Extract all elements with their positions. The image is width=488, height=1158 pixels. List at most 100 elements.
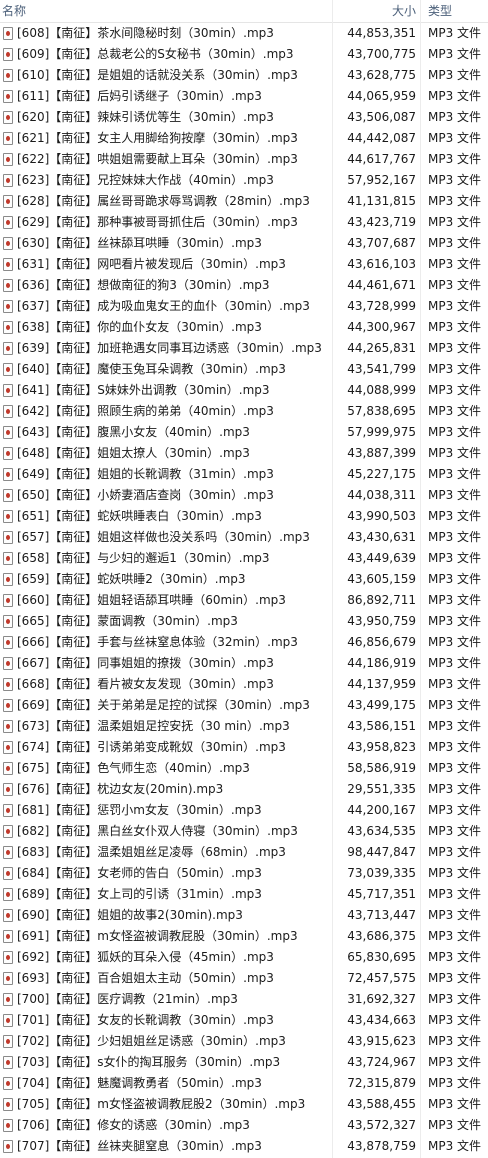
file-type: MP3 文件 (428, 278, 482, 292)
file-size: 57,999,975 (347, 425, 416, 439)
file-row[interactable]: [657]【南征】姐姐这样做也没关系吗（30min）.mp3 43,430,631… (0, 527, 488, 548)
file-row[interactable]: [643]【南征】腹黑小女友（40min）.mp3 57,999,975 MP3 文… (0, 422, 488, 443)
file-name: [608]【南征】茶水间隐秘时刻（30min）.mp3 (17, 26, 274, 40)
mp3-file-icon (3, 1014, 13, 1027)
file-size: 43,887,399 (347, 446, 416, 460)
file-row[interactable]: [659]【南征】蛇妖哄睡2（30min）.mp3 43,605,159 MP3 文… (0, 569, 488, 590)
file-size: 43,713,447 (347, 908, 416, 922)
file-row[interactable]: [689]【南征】女上司的引诱（31min）.mp3 45,717,351 MP3 … (0, 884, 488, 905)
file-row[interactable]: [700]【南征】医疗调教（21min）.mp3 31,692,327 MP3 文件 (0, 989, 488, 1010)
file-row[interactable]: [706]【南征】修女的诱惑（30min）.mp3 43,572,327 MP3 文… (0, 1115, 488, 1136)
file-size: 58,586,919 (347, 761, 416, 775)
file-size: 43,434,663 (347, 1013, 416, 1027)
column-header-name[interactable]: 名称 (2, 0, 26, 22)
mp3-file-icon (3, 888, 13, 901)
file-row[interactable]: [673]【南征】温柔姐姐足控安抚（30 min）.mp3 43,586,151 M… (0, 716, 488, 737)
file-row[interactable]: [638]【南征】你的血仆女友（30min）.mp3 44,300,967 MP3 … (0, 317, 488, 338)
file-row[interactable]: [676]【南征】枕边女友(20min).mp3 29,551,335 MP3 文件 (0, 779, 488, 800)
mp3-file-icon (3, 699, 13, 712)
file-type: MP3 文件 (428, 719, 482, 733)
file-row[interactable]: [668]【南征】看片被女友发现（30min）.mp3 44,137,959 MP3… (0, 674, 488, 695)
file-type: MP3 文件 (428, 866, 482, 880)
file-row[interactable]: [667]【南征】同事姐姐的撩拨（30min）.mp3 44,186,919 MP3… (0, 653, 488, 674)
file-row[interactable]: [701]【南征】女友的长靴调教（30min）.mp3 43,434,663 MP3… (0, 1010, 488, 1031)
file-row[interactable]: [691]【南征】m女怪盗被调教屁股（30min）.mp3 43,686,375 M… (0, 926, 488, 947)
file-row[interactable]: [639]【南征】加班艳遇女同事耳边诱惑（30min）.mp3 44,265,83… (0, 338, 488, 359)
file-type: MP3 文件 (428, 68, 482, 82)
file-row[interactable]: [666]【南征】手套与丝袜窒息体验（32min）.mp3 46,856,679 M… (0, 632, 488, 653)
file-row[interactable]: [630]【南征】丝袜舔耳哄睡（30min）.mp3 43,707,687 MP3 … (0, 233, 488, 254)
mp3-file-icon (3, 615, 13, 628)
file-row[interactable]: [611]【南征】后妈引诱继子（30min）.mp3 44,065,959 MP3 … (0, 86, 488, 107)
file-row[interactable]: [637]【南征】成为吸血鬼女王的血仆（30min）.mp3 43,728,999… (0, 296, 488, 317)
file-row[interactable]: [703]【南征】s女仆的掏耳服务（30min）.mp3 43,724,967 MP… (0, 1052, 488, 1073)
file-row[interactable]: [620]【南征】辣妹引诱优等生（30min）.mp3 43,506,087 MP3… (0, 107, 488, 128)
file-type: MP3 文件 (428, 530, 482, 544)
file-name: [704]【南征】魅魔调教勇者（50min）.mp3 (17, 1076, 262, 1090)
file-row[interactable]: [608]【南征】茶水间隐秘时刻（30min）.mp3 44,853,351 MP3… (0, 23, 488, 44)
file-row[interactable]: [636]【南征】想做南征的狗3（30min）.mp3 44,461,671 MP3… (0, 275, 488, 296)
file-row[interactable]: [640]【南征】魔使玉兔耳朵调教（30min）.mp3 43,541,799 MP… (0, 359, 488, 380)
file-size: 43,605,159 (347, 572, 416, 586)
file-row[interactable]: [622]【南征】哄姐姐需要献上耳朵（30min）.mp3 44,617,767 M… (0, 149, 488, 170)
mp3-file-icon (3, 972, 13, 985)
mp3-file-icon (3, 846, 13, 859)
mp3-file-icon (3, 825, 13, 838)
file-name: [669]【南征】关于弟弟是足控的试探（30min）.mp3 (17, 698, 310, 712)
file-row[interactable]: [649]【南征】姐姐的长靴调教（31min）.mp3 45,227,175 MP3… (0, 464, 488, 485)
file-name: [628]【南征】属丝哥哥跪求辱骂调教（28min）.mp3 (17, 194, 310, 208)
file-row[interactable]: [693]【南征】百合姐姐太主动（50min）.mp3 72,457,575 MP3… (0, 968, 488, 989)
file-row[interactable]: [642]【南征】照顾生病的弟弟（40min）.mp3 57,838,695 MP3… (0, 401, 488, 422)
file-size: 44,617,767 (347, 152, 416, 166)
mp3-file-icon (3, 216, 13, 229)
file-row[interactable]: [660]【南征】姐姐轻语舔耳哄睡（60min）.mp3 86,892,711 MP… (0, 590, 488, 611)
column-header-type[interactable]: 类型 (428, 0, 452, 22)
file-name: [638]【南征】你的血仆女友（30min）.mp3 (17, 320, 262, 334)
file-row[interactable]: [684]【南征】女老师的告白（50min）.mp3 73,039,335 MP3 … (0, 863, 488, 884)
file-name: [681]【南征】惩罚小m女友（30min）.mp3 (17, 803, 262, 817)
mp3-file-icon (3, 384, 13, 397)
file-type: MP3 文件 (428, 131, 482, 145)
file-type: MP3 文件 (428, 236, 482, 250)
file-row[interactable]: [675]【南征】色气师生恋（40min）.mp3 58,586,919 MP3 文… (0, 758, 488, 779)
file-row[interactable]: [674]【南征】引诱弟弟变成靴奴（30min）.mp3 43,958,823 MP… (0, 737, 488, 758)
file-name: [611]【南征】后妈引诱继子（30min）.mp3 (17, 89, 262, 103)
file-row[interactable]: [669]【南征】关于弟弟是足控的试探（30min）.mp3 43,499,175… (0, 695, 488, 716)
mp3-file-icon (3, 153, 13, 166)
file-row[interactable]: [628]【南征】属丝哥哥跪求辱骂调教（28min）.mp3 41,131,815… (0, 191, 488, 212)
column-header-size[interactable]: 大小 (334, 0, 416, 22)
file-row[interactable]: [621]【南征】女主人用脚给狗按摩（30min）.mp3 44,442,087 M… (0, 128, 488, 149)
file-name: [705]【南征】m女怪盗被调教屁股2（30min）.mp3 (17, 1097, 306, 1111)
file-row[interactable]: [650]【南征】小娇妻酒店查岗（30min）.mp3 44,038,311 MP3… (0, 485, 488, 506)
file-row[interactable]: [651]【南征】蛇妖哄睡表白（30min）.mp3 43,990,503 MP3 … (0, 506, 488, 527)
file-name: [667]【南征】同事姐姐的撩拨（30min）.mp3 (17, 656, 274, 670)
file-row[interactable]: [658]【南征】与少妇的邂逅1（30min）.mp3 43,449,639 MP3… (0, 548, 488, 569)
file-name: [707]【南征】丝袜夹腿窒息（30min）.mp3 (17, 1139, 262, 1153)
file-row[interactable]: [704]【南征】魅魔调教勇者（50min）.mp3 72,315,879 MP3 … (0, 1073, 488, 1094)
file-row[interactable]: [692]【南征】狐妖的耳朵入侵（45min）.mp3 65,830,695 MP3… (0, 947, 488, 968)
file-name: [650]【南征】小娇妻酒店查岗（30min）.mp3 (17, 488, 274, 502)
file-size: 43,499,175 (347, 698, 416, 712)
file-row[interactable]: [690]【南征】姐姐的故事2(30min).mp3 43,713,447 MP3 … (0, 905, 488, 926)
file-name: [690]【南征】姐姐的故事2(30min).mp3 (17, 908, 243, 922)
file-row[interactable]: [683]【南征】温柔姐姐丝足凌辱（68min）.mp3 98,447,847 MP… (0, 842, 488, 863)
file-size: 45,717,351 (347, 887, 416, 901)
file-row[interactable]: [665]【南征】蒙面调教（30min）.mp3 43,950,759 MP3 文件 (0, 611, 488, 632)
file-name: [676]【南征】枕边女友(20min).mp3 (17, 782, 224, 796)
file-row[interactable]: [702]【南征】少妇姐姐丝足诱惑（30min）.mp3 43,915,623 MP… (0, 1031, 488, 1052)
file-row[interactable]: [623]【南征】兄控妹妹大作战（40min）.mp3 57,952,167 MP3… (0, 170, 488, 191)
file-row[interactable]: [610]【南征】是姐姐的话就没关系（30min）.mp3 43,628,775 M… (0, 65, 488, 86)
file-type: MP3 文件 (428, 383, 482, 397)
file-row[interactable]: [707]【南征】丝袜夹腿窒息（30min）.mp3 43,878,759 MP3 … (0, 1136, 488, 1157)
mp3-file-icon (3, 678, 13, 691)
file-name: [609]【南征】总裁老公的S女秘书（30min）.mp3 (17, 47, 294, 61)
file-row[interactable]: [629]【南征】那种事被哥哥抓住后（30min）.mp3 43,423,719 M… (0, 212, 488, 233)
file-row[interactable]: [681]【南征】惩罚小m女友（30min）.mp3 44,200,167 MP3 … (0, 800, 488, 821)
file-row[interactable]: [705]【南征】m女怪盗被调教屁股2（30min）.mp3 43,588,455… (0, 1094, 488, 1115)
file-row[interactable]: [631]【南征】网吧看片被发现后（30min）.mp3 43,616,103 MP… (0, 254, 488, 275)
file-row[interactable]: [609]【南征】总裁老公的S女秘书（30min）.mp3 43,700,775 M… (0, 44, 488, 65)
file-row[interactable]: [648]【南征】姐姐太撩人（30min）.mp3 43,887,399 MP3 文… (0, 443, 488, 464)
file-row[interactable]: [682]【南征】黑白丝女仆双人侍寝（30min）.mp3 43,634,535 M… (0, 821, 488, 842)
file-type: MP3 文件 (428, 1013, 482, 1027)
file-row[interactable]: [641]【南征】S妹妹外出调教（30min）.mp3 44,088,999 MP3… (0, 380, 488, 401)
